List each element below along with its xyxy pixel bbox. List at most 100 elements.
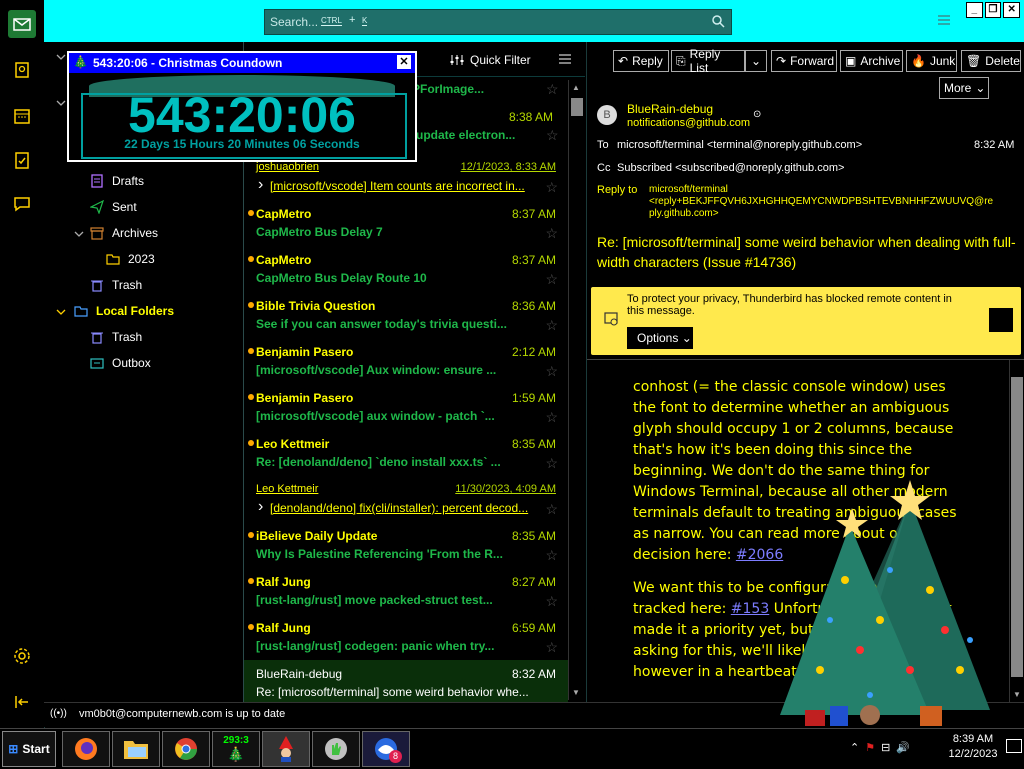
start-label: Start [22,742,50,756]
reply-list-button[interactable]: ⎘ Reply List [671,47,745,75]
message-row[interactable]: Bible Trivia Question 8:36 AM See if you c… [244,292,568,338]
star-icon[interactable]: ☆ [546,81,559,98]
local-folders-account[interactable]: Local Folders [74,304,174,318]
replyto-line3[interactable]: ply.github.com> [649,208,719,219]
chevron-down-icon[interactable] [56,307,66,317]
maximize-button[interactable]: ❐ [984,2,1002,18]
reply-button[interactable]: ↶ Reply [613,50,669,72]
replyto-line1[interactable]: microsoft/terminal [649,184,728,195]
star-icon[interactable]: ☆ [545,317,558,334]
star-icon[interactable]: ☆ [545,409,558,426]
tasks-icon[interactable] [8,146,36,174]
quick-filter-button[interactable]: Quick Filter [450,53,531,67]
explorer-taskbar-button[interactable] [112,731,160,767]
star-icon[interactable]: ☆ [545,501,558,518]
address-book-icon[interactable] [8,56,36,84]
message-row[interactable]: Ralf Jung 6:59 AM [rust-lang/rust] codegen… [244,614,568,660]
search-icon[interactable] [711,14,725,28]
drafts-icon [91,174,103,188]
sender-email[interactable]: notifications@github.com [627,117,750,129]
message-row[interactable]: Leo Kettmeir 11/30/2023, 4:09 AM [denoland… [244,476,568,522]
minimize-button[interactable]: _ [966,2,983,18]
close-notice-button[interactable] [989,308,1013,332]
volume-icon[interactable]: 🔊 [896,741,910,754]
chevron-right-icon[interactable]: › [258,176,263,194]
network-icon[interactable]: ⊟ [881,741,890,754]
scroll-thumb[interactable] [571,98,583,116]
message-row[interactable]: Benjamin Pasero 2:12 AM [microsoft/vscode]… [244,338,568,384]
app-menu-icon[interactable] [937,14,951,26]
show-desktop-icon[interactable] [1006,739,1022,753]
star-icon[interactable]: ☆ [545,639,558,656]
delete-button[interactable]: 🗑 Delete [961,50,1021,72]
start-button[interactable]: ⊞ Start [2,731,56,767]
countdown-taskbar-button[interactable]: 293:3 🎄 [212,731,260,767]
folder-outbox[interactable]: Outbox [90,356,151,370]
reply-list-dropdown[interactable]: ⌄ [745,50,767,72]
chevron-down-icon[interactable] [56,98,66,108]
chevron-right-icon[interactable]: › [258,498,263,516]
online-status-icon[interactable]: ((•)) [50,708,67,719]
tray-expand-icon[interactable]: ⌃ [850,741,859,754]
countdown-titlebar[interactable]: 🎄 543:20:06 - Christmas Coundown ✕ [69,53,415,73]
global-search-input[interactable]: Search... CTRL + K [264,9,732,35]
message-row[interactable]: CapMetro 8:37 AM CapMetro Bus Delay 7 ☆ [244,200,568,246]
message-row[interactable]: Leo Kettmeir 8:35 AM Re: [denoland/deno] `… [244,430,568,476]
star-icon[interactable]: ☆ [545,225,558,242]
star-icon[interactable]: ☆ [545,363,558,380]
star-icon[interactable]: ☆ [545,271,558,288]
christmas-countdown-window[interactable]: 🎄 543:20:06 - Christmas Coundown ✕ 543:2… [67,51,417,162]
contact-icon[interactable]: ⊙ [753,109,761,120]
collapse-spaces-icon[interactable] [8,688,36,716]
folder-archives[interactable]: Archives [90,226,158,240]
star-icon[interactable]: ☆ [545,455,558,472]
star-icon[interactable]: ☆ [545,179,558,196]
close-window-button[interactable]: ✕ [1003,2,1021,18]
cc-value[interactable]: Subscribed <subscribed@noreply.github.co… [617,162,844,174]
message-row[interactable]: Ralf Jung 8:27 AM [rust-lang/rust] move pa… [244,568,568,614]
mail-space-icon[interactable] [8,10,36,38]
security-flag-icon[interactable]: ⚑ [865,741,875,754]
divider [587,359,1024,360]
message-row[interactable]: CapMetro 8:37 AM CapMetro Bus Delay Route … [244,246,568,292]
message-row[interactable]: iBelieve Daily Update 8:35 AM Why Is Pales… [244,522,568,568]
settings-gear-icon[interactable] [8,642,36,670]
scroll-down-icon[interactable]: ▼ [572,688,580,697]
app-taskbar-button[interactable] [312,731,360,767]
folder-trash[interactable]: Trash [90,278,142,292]
message-date: 8:36 AM [511,299,556,313]
display-options-icon[interactable] [558,53,572,65]
unread-dot-icon [248,348,254,354]
folder-sent[interactable]: Sent [90,200,137,214]
chrome-taskbar-button[interactable] [162,731,210,767]
star-icon[interactable]: ☆ [545,593,558,610]
gnome-taskbar-button[interactable] [262,731,310,767]
more-button[interactable]: More ⌄ [939,77,989,99]
message-subject: Re: [microsoft/terminal] some weird beha… [597,234,1016,270]
firefox-taskbar-button[interactable] [62,731,110,767]
chat-icon[interactable] [8,190,36,218]
forward-button[interactable]: ↷ Forward [771,50,837,72]
close-countdown-button[interactable]: ✕ [397,55,411,69]
scroll-up-icon[interactable]: ▲ [572,83,580,92]
replyto-line2[interactable]: <reply+BEKJFFQVH6JXHGHHQEMYCNWDPBSHTEVBN… [649,196,993,207]
reply-label: Reply [632,54,663,68]
message-row[interactable]: BlueRain-debug 8:32 AM Re: [microsoft/term… [244,660,568,706]
folder-2023[interactable]: 2023 [106,252,155,266]
chevron-down-icon[interactable] [56,52,66,62]
clock[interactable]: 8:39 AM 12/2/2023 [940,732,1006,762]
thread-scrollbar[interactable]: ▲ ▼ [568,80,585,700]
options-button[interactable]: Options ⌄ [627,327,693,349]
message-row[interactable]: Benjamin Pasero 1:59 AM [microsoft/vscode]… [244,384,568,430]
star-icon[interactable]: ☆ [546,127,559,144]
folder-drafts[interactable]: Drafts [90,174,144,188]
calendar-icon[interactable] [8,102,36,130]
star-icon[interactable]: ☆ [545,547,558,564]
archive-button[interactable]: ▣ Archive [840,50,903,72]
thunderbird-taskbar-button[interactable]: 8 [362,731,410,767]
chevron-down-icon[interactable] [74,229,84,239]
junk-button[interactable]: 🔥 Junk [906,50,957,72]
folder-local-trash[interactable]: Trash [90,330,142,344]
to-value[interactable]: microsoft/terminal <terminal@noreply.git… [617,139,862,151]
sender-name[interactable]: BlueRain-debug [627,102,713,116]
